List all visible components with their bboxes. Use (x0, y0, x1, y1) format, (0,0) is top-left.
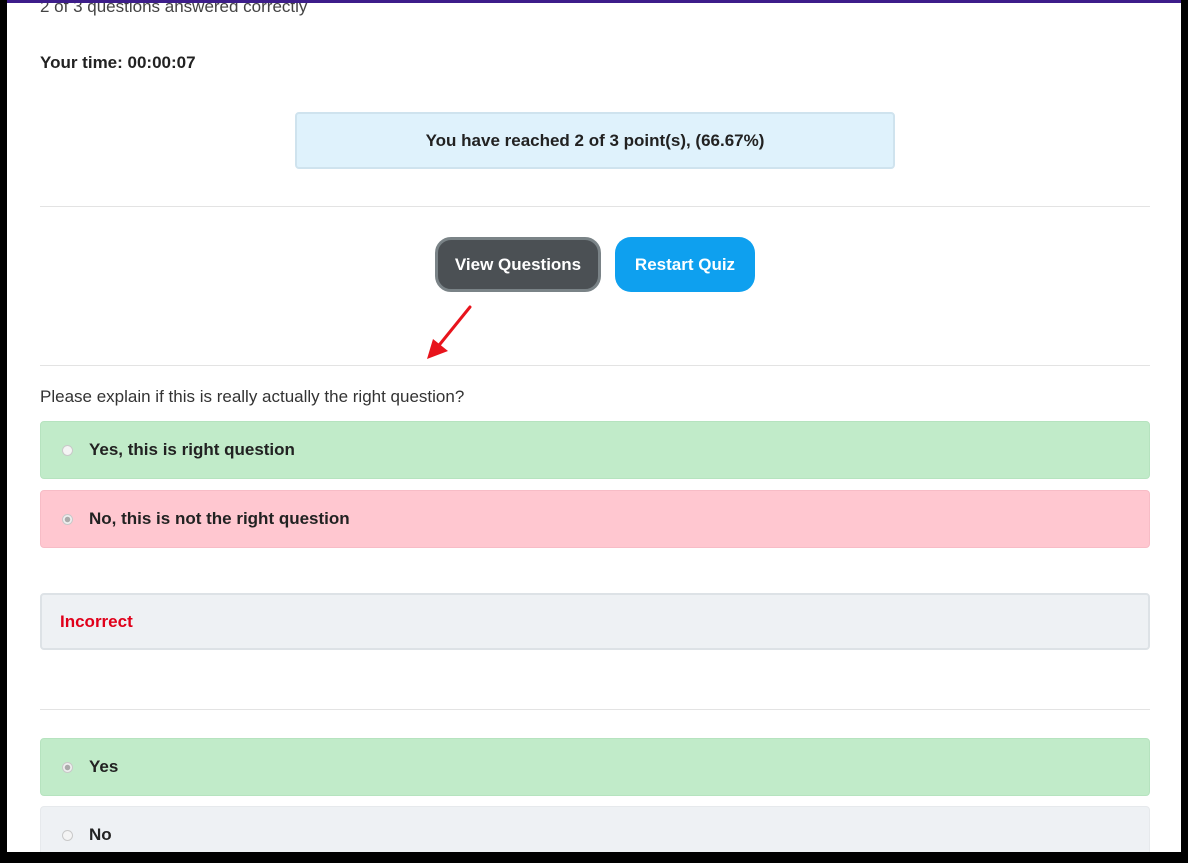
feedback-text: Incorrect (60, 611, 133, 631)
answer-label: Yes, this is right question (89, 440, 295, 459)
answer-feedback: Incorrect (40, 593, 1150, 650)
answer-option-incorrect[interactable]: No, this is not the right question (40, 490, 1150, 548)
radio-icon[interactable] (62, 829, 73, 841)
radio-icon[interactable] (62, 444, 73, 456)
answer-option-correct[interactable]: Yes (40, 738, 1150, 796)
question-1-text: Please explain if this is really actuall… (40, 387, 465, 406)
restart-quiz-button[interactable]: Restart Quiz (615, 237, 755, 292)
view-questions-button[interactable]: View Questions (435, 237, 601, 292)
results-summary: 2 of 3 questions answered correctly (40, 0, 308, 16)
browser-viewport: 2 of 3 questions answered correctly Your… (7, 0, 1181, 852)
annotation-arrow-icon (427, 305, 472, 359)
score-box: You have reached 2 of 3 point(s), (66.67… (295, 112, 895, 169)
results-time: Your time: 00:00:07 (40, 53, 196, 72)
radio-checked-icon[interactable] (62, 513, 73, 525)
score-text: You have reached 2 of 3 point(s), (66.67… (425, 130, 765, 150)
answer-label: No (89, 825, 112, 844)
divider (40, 709, 1150, 710)
divider (40, 365, 1150, 366)
answer-option[interactable]: No (40, 806, 1150, 852)
answer-label: No, this is not the right question (89, 509, 350, 528)
divider (40, 206, 1150, 207)
answer-option-correct[interactable]: Yes, this is right question (40, 421, 1150, 479)
radio-checked-icon[interactable] (62, 761, 73, 773)
answer-label: Yes (89, 757, 119, 776)
